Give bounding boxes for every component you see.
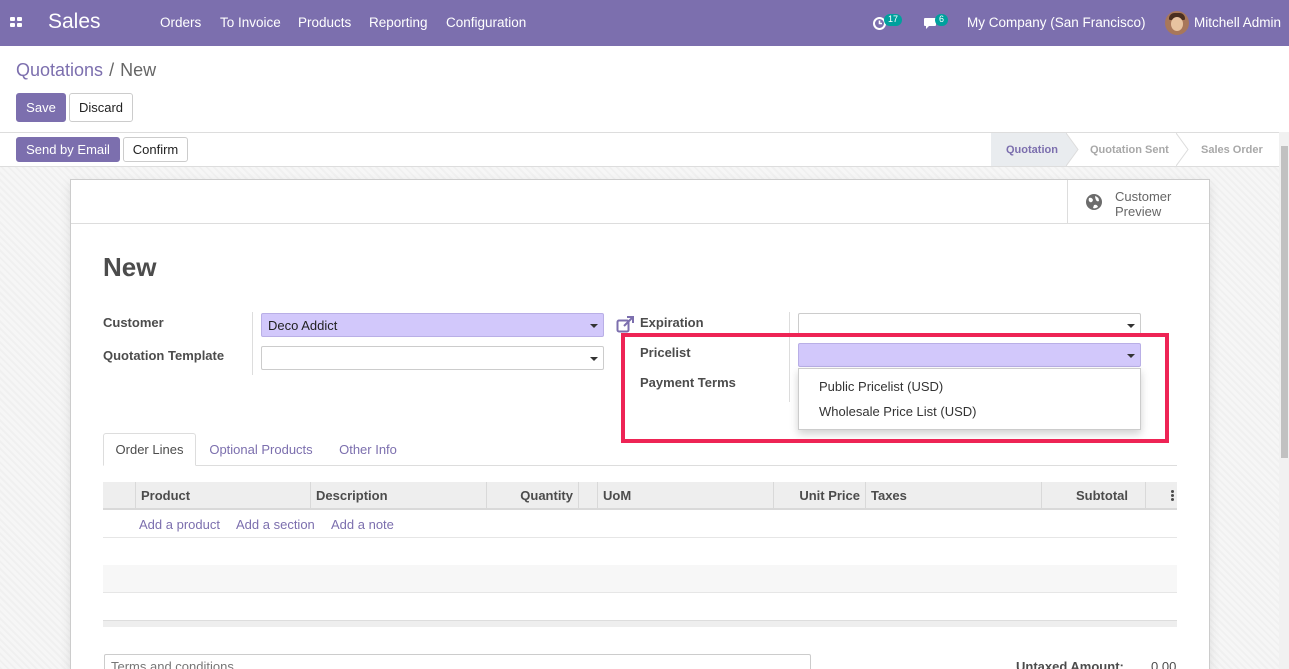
globe-icon: [1086, 194, 1102, 210]
company-switcher[interactable]: My Company (San Francisco): [967, 15, 1146, 30]
app-title[interactable]: Sales: [48, 10, 101, 34]
discard-button[interactable]: Discard: [69, 93, 133, 122]
highlight-box: [621, 333, 1169, 443]
expiration-label: Expiration: [640, 315, 704, 330]
top-navbar: Sales Orders To Invoice Products Reporti…: [0, 0, 1289, 46]
add-product-link[interactable]: Add a product: [139, 517, 220, 532]
tab-optional-products[interactable]: Optional Products: [202, 433, 320, 466]
message-count-badge: 6: [935, 14, 949, 26]
table-row: [103, 592, 1177, 593]
avatar[interactable]: [1165, 11, 1189, 35]
label-separator: [252, 312, 253, 375]
order-lines-footer: [103, 620, 1177, 627]
user-menu[interactable]: Mitchell Admin: [1194, 15, 1281, 30]
external-link-icon[interactable]: [616, 316, 635, 333]
menu-reporting[interactable]: Reporting: [369, 15, 428, 30]
quotation-template-label: Quotation Template: [103, 348, 225, 363]
send-by-email-button[interactable]: Send by Email: [16, 137, 120, 162]
customer-preview-button[interactable]: Customer Preview: [1067, 180, 1209, 224]
form-sheet: Customer Preview New Customer Quotation …: [70, 179, 1210, 669]
order-lines-header: Product Description Quantity UoM Unit Pr…: [103, 482, 1177, 510]
status-quotation[interactable]: Quotation: [991, 133, 1067, 166]
confirm-button[interactable]: Confirm: [123, 137, 188, 162]
chevron-down-icon: [590, 324, 598, 328]
status-sales-order[interactable]: Sales Order: [1201, 133, 1271, 166]
quotation-template-select[interactable]: [261, 346, 604, 370]
apps-grid-icon[interactable]: [10, 17, 23, 28]
column-description[interactable]: Description: [310, 482, 487, 508]
status-quotation-sent[interactable]: Quotation Sent: [1090, 133, 1176, 166]
scrollbar-thumb[interactable]: [1281, 146, 1288, 458]
customer-select[interactable]: Deco Addict: [261, 313, 604, 337]
column-product[interactable]: Product: [135, 482, 312, 508]
status-chevron-icon: [1176, 133, 1189, 166]
add-section-link[interactable]: Add a section: [236, 517, 315, 532]
column-quantity[interactable]: Quantity: [486, 482, 578, 508]
column-unit-price[interactable]: Unit Price: [773, 482, 865, 508]
customer-preview-label: Customer Preview: [1115, 189, 1172, 219]
optional-columns-icon[interactable]: [1171, 490, 1174, 501]
activity-count-badge: 17: [884, 14, 903, 26]
record-title: New: [103, 252, 157, 282]
add-note-link[interactable]: Add a note: [331, 517, 394, 532]
menu-to-invoice[interactable]: To Invoice: [220, 15, 281, 30]
breadcrumb-current: New: [120, 60, 157, 80]
column-spacer: [578, 482, 598, 508]
save-button[interactable]: Save: [16, 93, 66, 122]
breadcrumb-quotations[interactable]: Quotations: [16, 60, 103, 80]
menu-configuration[interactable]: Configuration: [446, 15, 526, 30]
terms-conditions-field[interactable]: Terms and conditions...: [104, 654, 811, 669]
tab-order-lines[interactable]: Order Lines: [103, 433, 196, 466]
table-row: [103, 565, 1177, 592]
status-chevron-icon: [1066, 133, 1079, 166]
menu-orders[interactable]: Orders: [160, 15, 201, 30]
tab-other-info[interactable]: Other Info: [331, 433, 405, 466]
breadcrumb-separator: /: [109, 60, 115, 80]
column-subtotal[interactable]: Subtotal: [1041, 482, 1133, 508]
breadcrumb: Quotations / New: [16, 60, 156, 81]
column-uom[interactable]: UoM: [597, 482, 773, 508]
column-taxes[interactable]: Taxes: [865, 482, 1042, 508]
untaxed-amount-value: 0.00: [1151, 659, 1177, 669]
chevron-down-icon: [590, 357, 598, 361]
table-row: [103, 537, 1177, 538]
button-box: Customer Preview: [71, 180, 1209, 224]
customer-label: Customer: [103, 315, 164, 330]
chevron-down-icon: [1127, 324, 1135, 328]
untaxed-amount-label: Untaxed Amount:: [1016, 659, 1124, 669]
menu-products[interactable]: Products: [298, 15, 351, 30]
